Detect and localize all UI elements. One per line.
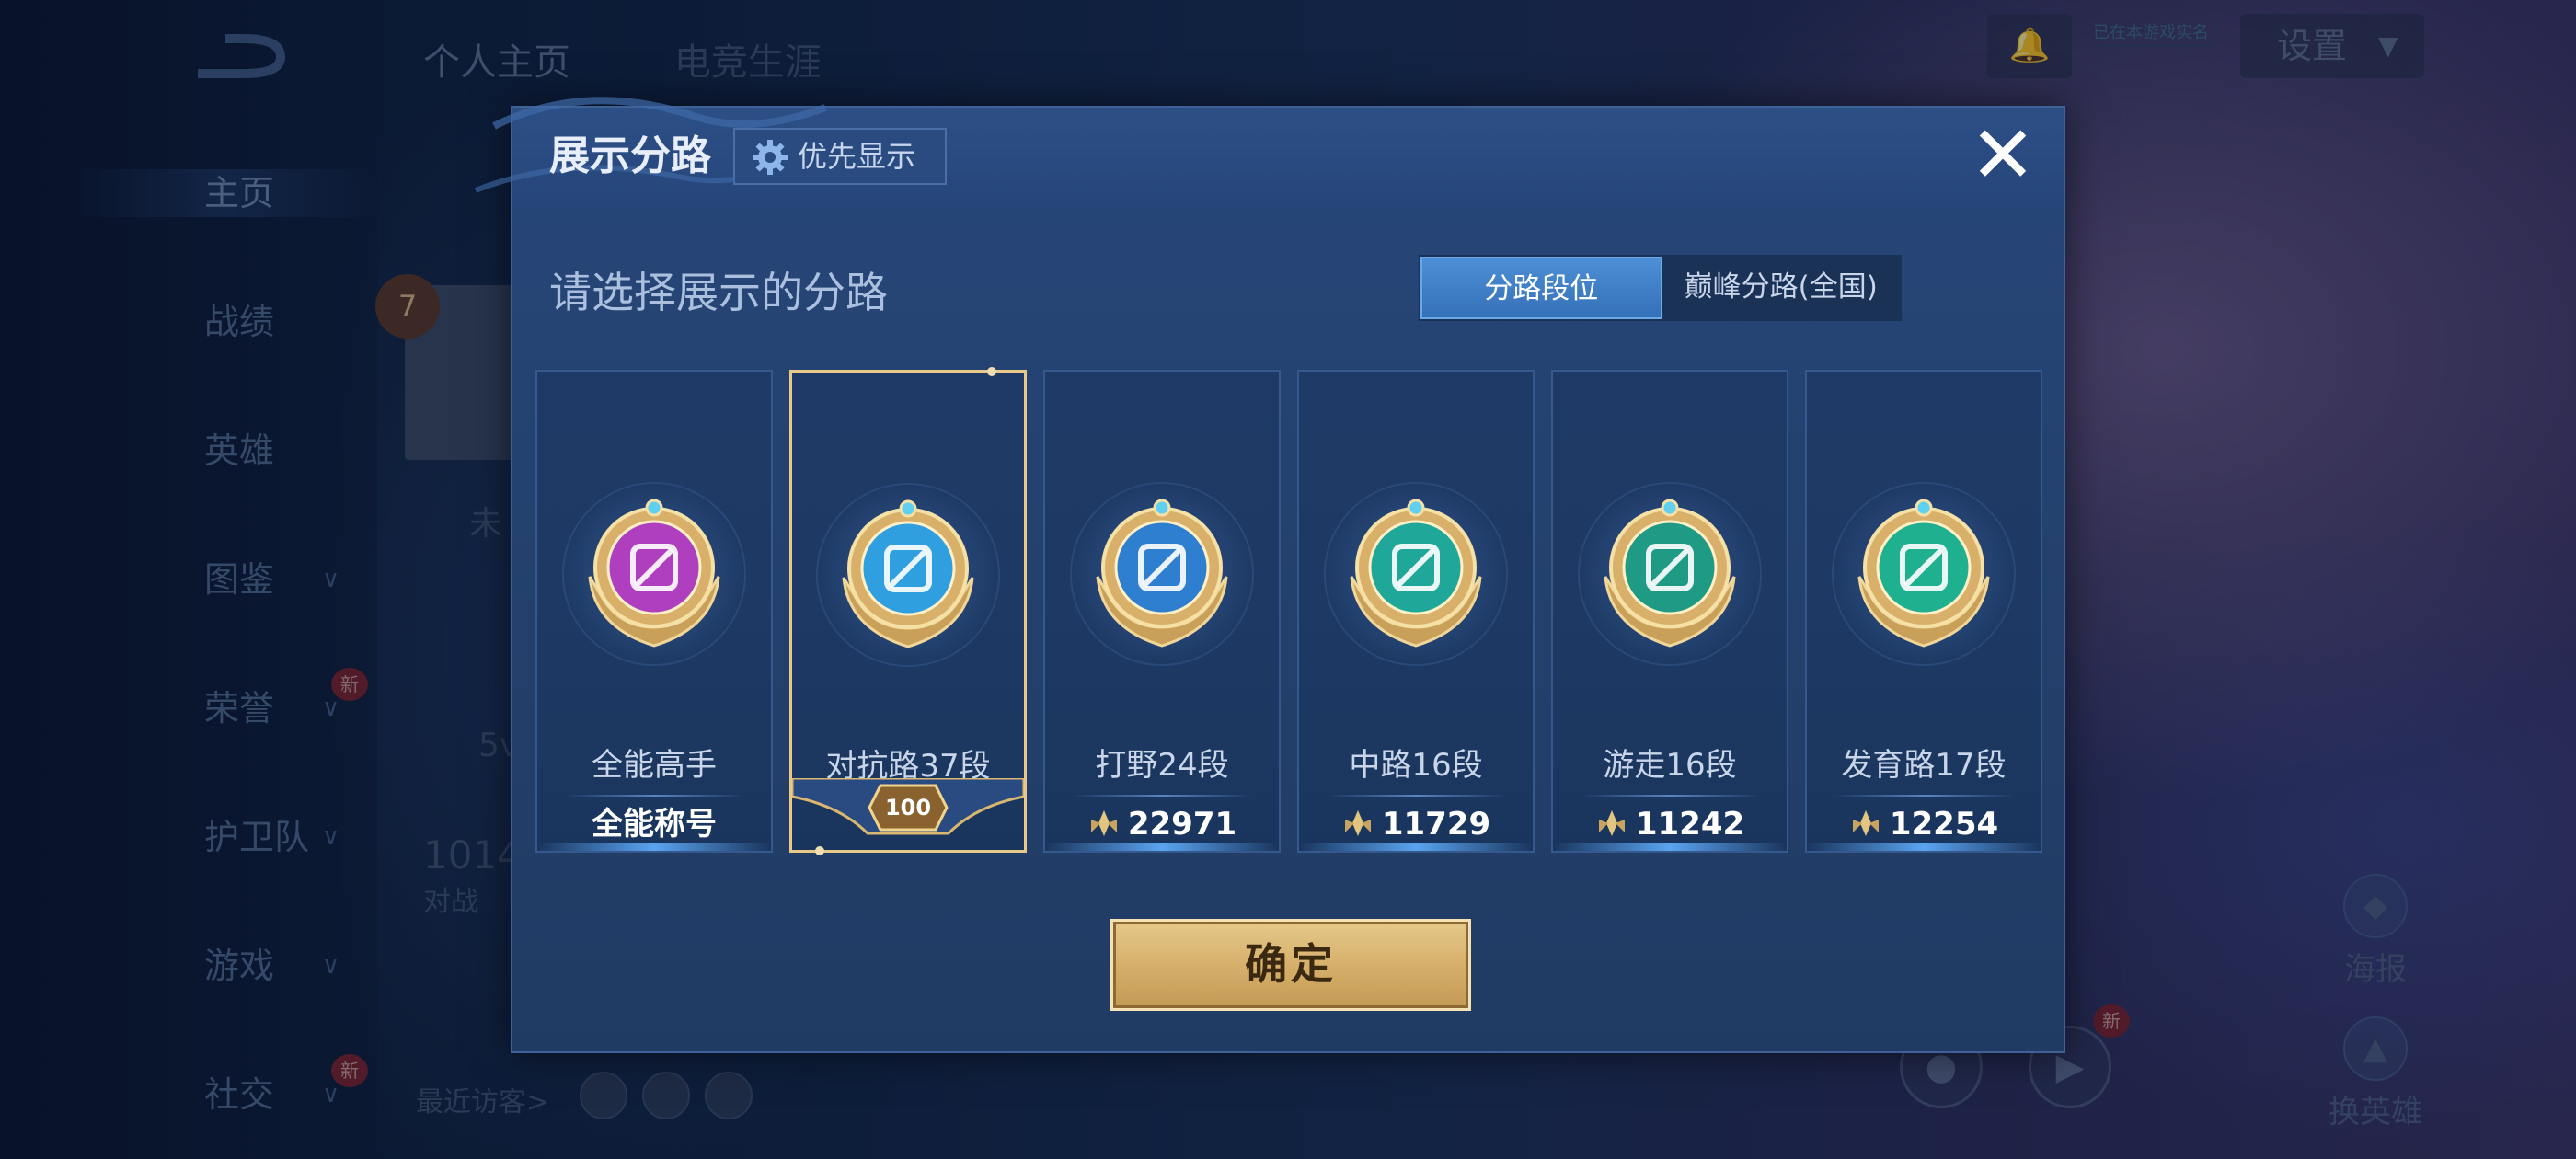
roam-emblem-icon xyxy=(1604,499,1736,648)
dialog-title: 展示分路 xyxy=(549,132,711,179)
priority-display-button[interactable]: 优先显示 xyxy=(733,128,947,185)
tab-lane-rank[interactable]: 分路段位 xyxy=(1420,257,1662,319)
close-button[interactable]: ✕ xyxy=(1966,116,2040,195)
lane-display-dialog: 展示分路 优先显示 ✕ 请选择展示的分路 分路段位 巅峰分路(全国) 全能高手全… xyxy=(474,97,2065,1053)
lane-card[interactable]: 全能高手 全能称号 xyxy=(535,370,773,853)
card-divider xyxy=(1327,795,1507,797)
lane-card[interactable]: 中路16段 11729 xyxy=(1297,370,1535,853)
lane-card-list: 全能高手 全能称号 对抗路37段 100 打野24段 22971 中路16段 11729 游走1… xyxy=(535,367,2044,855)
section-title: 请选择展示的分路 xyxy=(549,268,888,317)
confirm-button[interactable]: 确定 xyxy=(1110,919,1471,1011)
level-ribbon: 100 xyxy=(790,776,1026,850)
gear-icon xyxy=(753,140,788,175)
star-level-value: 100 xyxy=(884,795,932,820)
card-divider xyxy=(565,795,745,797)
card-divider xyxy=(1581,795,1761,797)
lane-points-icon xyxy=(1344,810,1371,836)
lane-score: 11242 xyxy=(1553,798,1787,850)
lane-card[interactable]: 打野24段 22971 xyxy=(1043,370,1281,853)
card-bottom-glow xyxy=(1553,843,1787,851)
lane-name: 发育路17段 xyxy=(1841,747,2007,784)
tab-peak-lane[interactable]: 巅峰分路(全国) xyxy=(1662,257,1901,319)
close-icon: ✕ xyxy=(1969,109,2037,201)
card-divider xyxy=(1073,795,1253,797)
lane-name: 打野24段 xyxy=(1095,747,1229,784)
lane-card[interactable]: 对抗路37段 100 xyxy=(789,367,1027,855)
lane-card[interactable]: 游走16段 11242 xyxy=(1551,370,1788,853)
selection-corner-dot xyxy=(987,367,996,376)
card-bottom-glow xyxy=(1807,843,2041,851)
lane-name: 游走16段 xyxy=(1603,747,1737,784)
lane-points-icon xyxy=(1090,810,1117,836)
card-divider xyxy=(1834,795,2015,797)
lane-score-value: 全能称号 xyxy=(592,806,717,843)
lane-score: 全能称号 xyxy=(537,798,771,850)
mode-segmented-control: 分路段位 巅峰分路(全国) xyxy=(1419,255,1902,321)
lane-score-value: 22971 xyxy=(1127,806,1237,843)
card-bottom-glow xyxy=(537,843,771,851)
farm-lane-emblem-icon xyxy=(1857,499,1990,648)
lane-score-value: 11242 xyxy=(1635,806,1745,843)
lane-score-value: 11729 xyxy=(1381,806,1491,843)
lane-points-icon xyxy=(1852,810,1879,836)
lane-score: 12254 xyxy=(1807,798,2041,850)
lane-card[interactable]: 发育路17段 12254 xyxy=(1805,370,2042,853)
mid-lane-emblem-icon xyxy=(1350,499,1482,648)
all-round-emblem-icon xyxy=(588,499,720,648)
clash-lane-emblem-icon xyxy=(842,499,974,648)
lane-name: 中路16段 xyxy=(1349,747,1483,784)
lane-score-value: 12254 xyxy=(1889,806,1999,843)
lane-points-icon xyxy=(1598,810,1625,836)
lane-score: 11729 xyxy=(1299,798,1533,850)
priority-display-label: 优先显示 xyxy=(798,139,916,174)
card-bottom-glow xyxy=(1045,843,1279,851)
lane-score: 22971 xyxy=(1045,798,1279,850)
jungle-emblem-icon xyxy=(1096,499,1228,648)
lane-name: 全能高手 xyxy=(592,747,717,784)
card-bottom-glow xyxy=(1299,843,1533,851)
selection-corner-dot xyxy=(815,846,824,855)
